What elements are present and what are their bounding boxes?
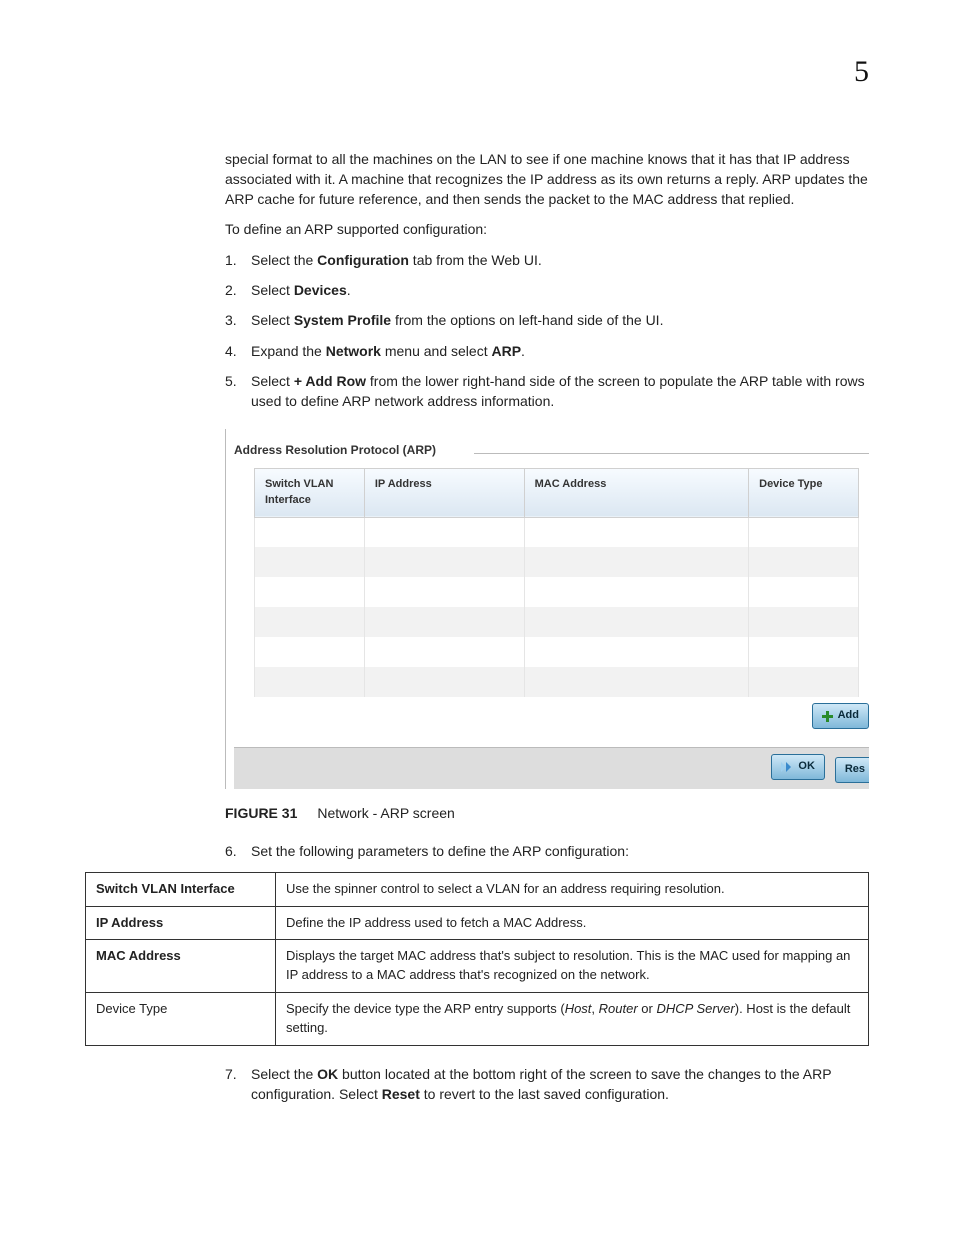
step-3: 3. Select System Profile from the option…	[225, 310, 869, 330]
page-number: 5	[85, 50, 869, 94]
step-text: Select System Profile from the options o…	[251, 310, 869, 330]
table-row[interactable]	[255, 547, 859, 577]
step-text: Select the OK button located at the bott…	[251, 1064, 869, 1105]
param-value: Use the spinner control to select a VLAN…	[276, 872, 869, 906]
action-bar: OK Res	[234, 747, 869, 789]
step-text: Select the Configuration tab from the We…	[251, 250, 869, 270]
steps-list: 1. Select the Configuration tab from the…	[225, 250, 869, 412]
param-key: MAC Address	[86, 940, 276, 993]
steps-list-2: 6. Set the following parameters to defin…	[225, 841, 869, 861]
param-key: Switch VLAN Interface	[86, 872, 276, 906]
step-number: 1.	[225, 250, 251, 270]
add-row-label: Add	[838, 708, 859, 724]
step-number: 7.	[225, 1064, 251, 1105]
ok-button[interactable]: OK	[771, 754, 825, 780]
table-row[interactable]	[255, 577, 859, 607]
step-7: 7. Select the OK button located at the b…	[225, 1064, 869, 1105]
param-row: IP Address Define the IP address used to…	[86, 906, 869, 940]
figure-caption-text: Network - ARP screen	[317, 805, 454, 821]
intro-lead: To define an ARP supported configuration…	[225, 219, 869, 239]
arp-table-body	[255, 517, 859, 697]
step-6: 6. Set the following parameters to defin…	[225, 841, 869, 861]
param-value: Displays the target MAC address that's s…	[276, 940, 869, 993]
param-value: Specify the device type the ARP entry su…	[276, 993, 869, 1046]
col-ip-address[interactable]: IP Address	[364, 468, 524, 517]
step-text: Expand the Network menu and select ARP.	[251, 341, 869, 361]
step-number: 2.	[225, 280, 251, 300]
steps-list-3: 7. Select the OK button located at the b…	[225, 1064, 869, 1105]
step-text: Set the following parameters to define t…	[251, 841, 869, 861]
plus-icon	[822, 711, 833, 722]
figure-arp-screenshot: Address Resolution Protocol (ARP) Switch…	[225, 429, 869, 823]
col-device-type[interactable]: Device Type	[749, 468, 859, 517]
step-text: Select Devices.	[251, 280, 869, 300]
table-row[interactable]	[255, 667, 859, 697]
step-1: 1. Select the Configuration tab from the…	[225, 250, 869, 270]
step-5: 5. Select + Add Row from the lower right…	[225, 371, 869, 412]
param-key: Device Type	[86, 993, 276, 1046]
param-value: Define the IP address used to fetch a MA…	[276, 906, 869, 940]
reset-label: Res	[845, 762, 865, 778]
param-key: IP Address	[86, 906, 276, 940]
param-row: MAC Address Displays the target MAC addr…	[86, 940, 869, 993]
forward-icon	[781, 762, 793, 772]
col-mac-address[interactable]: MAC Address	[524, 468, 749, 517]
figure-caption-label: FIGURE 31	[225, 805, 297, 821]
param-row: Switch VLAN Interface Use the spinner co…	[86, 872, 869, 906]
param-row: Device Type Specify the device type the …	[86, 993, 869, 1046]
step-text: Select + Add Row from the lower right-ha…	[251, 371, 869, 412]
reset-button[interactable]: Res	[835, 757, 869, 783]
step-4: 4. Expand the Network menu and select AR…	[225, 341, 869, 361]
step-2: 2. Select Devices.	[225, 280, 869, 300]
col-switch-vlan[interactable]: Switch VLAN Interface	[255, 468, 365, 517]
table-row[interactable]	[255, 637, 859, 667]
figure-caption: FIGURE 31 Network - ARP screen	[225, 803, 869, 823]
intro-paragraph: special format to all the machines on th…	[225, 149, 869, 210]
step-number: 3.	[225, 310, 251, 330]
parameters-table: Switch VLAN Interface Use the spinner co…	[85, 872, 869, 1046]
step-number: 6.	[225, 841, 251, 861]
arp-table: Switch VLAN Interface IP Address MAC Add…	[254, 468, 859, 697]
step-number: 4.	[225, 341, 251, 361]
fieldset-legend: Address Resolution Protocol (ARP)	[234, 442, 442, 459]
step-number: 5.	[225, 371, 251, 412]
fieldset-rule	[474, 453, 869, 454]
table-row[interactable]	[255, 517, 859, 547]
ok-label: OK	[798, 759, 815, 775]
table-row[interactable]	[255, 607, 859, 637]
add-row-button[interactable]: Add	[812, 703, 869, 729]
